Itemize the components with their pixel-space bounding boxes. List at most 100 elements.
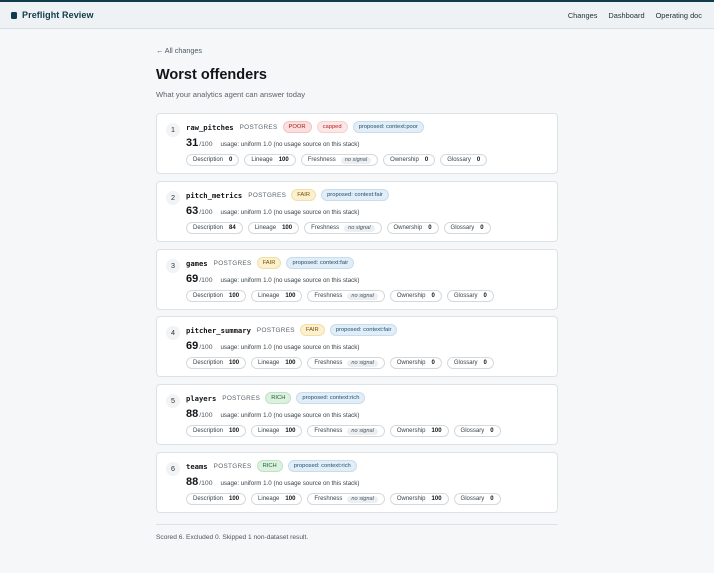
nav-link-operating-doc[interactable]: Operating doc: [656, 11, 702, 20]
rank-badge: 3: [166, 259, 180, 273]
score-row: 69/100 usage: uniform 1.0 (no usage sourc…: [186, 273, 359, 285]
score-max: /100: [199, 277, 213, 284]
metric-label: Description: [193, 225, 224, 231]
no-signal-badge: no signal: [347, 292, 378, 300]
metric-freshness-chip: Freshness no signal: [304, 222, 382, 234]
dataset-name: teams: [186, 461, 208, 471]
tag-poor-badge: POOR: [282, 121, 312, 133]
metric-lineage-chip: Lineage 100: [251, 425, 303, 437]
metric-label: Ownership: [390, 157, 419, 163]
metric-label: Lineage: [258, 293, 280, 299]
tag-fair-badge: FAIR: [256, 257, 282, 269]
metric-glossary-chip: Glossary 0: [440, 154, 488, 166]
metric-label: Glossary: [460, 496, 485, 502]
offender-card[interactable]: 5 players POSTGRES RICH proposed: context:ri…: [156, 384, 558, 445]
metric-description-chip: Description 84: [186, 222, 243, 234]
metric-ownership-chip: Ownership 0: [383, 154, 436, 166]
usage-note: usage: uniform 1.0 (no usage source on t…: [220, 277, 360, 284]
back-to-all-changes-link[interactable]: ← All changes: [156, 46, 202, 55]
tag-ctx-badge: proposed: context:rich: [296, 392, 366, 404]
tag-rich-badge: RICH: [256, 460, 283, 472]
brand-title: Preflight Review: [22, 10, 94, 20]
nav-link-changes[interactable]: Changes: [568, 11, 598, 20]
dataset-name: pitch_metrics: [186, 190, 243, 200]
rank-badge: 6: [166, 462, 180, 476]
dataset-header: raw_pitches POSTGRES POOR capped proposed: c…: [186, 121, 424, 133]
metric-label: Lineage: [258, 428, 280, 434]
offender-card[interactable]: 6 teams POSTGRES RICH proposed: context:rich…: [156, 452, 558, 513]
no-signal-badge: no signal: [340, 156, 372, 164]
tag-capped-badge: capped: [316, 121, 348, 133]
rank-badge: 1: [166, 123, 180, 137]
metric-label: Ownership: [396, 428, 426, 434]
metric-label: Lineage: [258, 360, 280, 366]
score-max: /100: [199, 209, 213, 216]
dataset-engine: POSTGRES: [248, 191, 287, 199]
metric-ownership-chip: Ownership 100: [389, 493, 449, 505]
results-summary: Scored 6. Excluded 0. Skipped 1 non-data…: [156, 534, 309, 541]
footer-divider: [156, 524, 558, 525]
score-row: 31/100 usage: uniform 1.0 (no usage sourc…: [186, 137, 359, 149]
nav-link-dashboard[interactable]: Dashboard: [608, 11, 644, 20]
metric-freshness-chip: Freshness no signal: [307, 357, 385, 369]
metric-value: 100: [285, 360, 296, 366]
page-subtitle: What your analytics agent can answer tod…: [156, 90, 306, 99]
brand-logo-icon: [11, 11, 17, 19]
metric-value: 100: [229, 360, 240, 366]
metric-value: 100: [285, 428, 296, 434]
metric-chips: Description 84 Lineage 100 Freshness no signa…: [186, 222, 496, 234]
score-value: 31: [186, 137, 199, 149]
metric-description-chip: Description 100: [186, 357, 247, 369]
score-max: /100: [199, 344, 213, 351]
metric-glossary-chip: Glossary 0: [446, 357, 494, 369]
metric-freshness-chip: Freshness no signal: [300, 154, 379, 166]
metric-label: Ownership: [393, 225, 423, 231]
metric-label: Ownership: [396, 496, 426, 502]
usage-note: usage: uniform 1.0 (no usage source on t…: [220, 141, 360, 148]
offender-card[interactable]: 4 pitcher_summary POSTGRES FAIR proposed: co…: [156, 316, 558, 377]
offender-card[interactable]: 3 games POSTGRES FAIR proposed: context:fair…: [156, 249, 558, 310]
usage-note: usage: uniform 1.0 (no usage source on t…: [220, 209, 360, 216]
rank-badge: 4: [166, 326, 180, 340]
score-value: 69: [186, 340, 199, 352]
score-row: 63/100 usage: uniform 1.0 (no usage sourc…: [186, 205, 359, 217]
metric-freshness-chip: Freshness no signal: [307, 425, 385, 437]
dataset-name: games: [186, 258, 208, 268]
offender-card[interactable]: 1 raw_pitches POSTGRES POOR capped proposed: …: [156, 113, 558, 174]
metric-description-chip: Description 100: [186, 290, 247, 302]
rank-badge: 5: [166, 394, 180, 408]
no-signal-badge: no signal: [344, 224, 375, 232]
metric-label: Lineage: [254, 225, 277, 231]
metric-description-chip: Description 0: [186, 154, 240, 166]
metric-lineage-chip: Lineage 100: [247, 222, 300, 234]
metric-value: 0: [431, 293, 435, 299]
metric-ownership-chip: Ownership 0: [389, 290, 442, 302]
metric-value: 0: [483, 293, 487, 299]
usage-note: usage: uniform 1.0 (no usage source on t…: [220, 412, 360, 419]
metric-ownership-chip: Ownership 100: [389, 425, 449, 437]
metric-label: Glossary: [447, 157, 471, 163]
metric-value: 100: [229, 428, 240, 434]
metric-value: 0: [428, 225, 432, 231]
metric-value: 100: [229, 293, 240, 299]
dataset-header: games POSTGRES FAIR proposed: context:fair: [186, 257, 355, 269]
metric-glossary-chip: Glossary 0: [453, 493, 501, 505]
metric-label: Glossary: [453, 293, 478, 299]
dataset-engine: POSTGRES: [213, 259, 252, 267]
brand[interactable]: Preflight Review: [11, 10, 94, 20]
tag-fair-badge: FAIR: [291, 189, 317, 201]
metric-label: Ownership: [396, 360, 426, 366]
no-signal-badge: no signal: [347, 427, 378, 435]
tag-ctx-badge: proposed: context:fair: [286, 257, 355, 269]
tag-rich-badge: RICH: [265, 392, 292, 404]
metric-label: Description: [193, 157, 224, 163]
metric-label: Description: [193, 360, 224, 366]
metric-value: 84: [229, 225, 236, 231]
score-value: 88: [186, 476, 199, 488]
metric-value: 100: [431, 428, 442, 434]
metric-label: Description: [193, 293, 224, 299]
metric-freshness-chip: Freshness no signal: [307, 290, 385, 302]
metric-label: Freshness: [314, 293, 343, 299]
dataset-name: raw_pitches: [186, 122, 234, 132]
offender-card[interactable]: 2 pitch_metrics POSTGRES FAIR proposed: cont…: [156, 181, 558, 242]
